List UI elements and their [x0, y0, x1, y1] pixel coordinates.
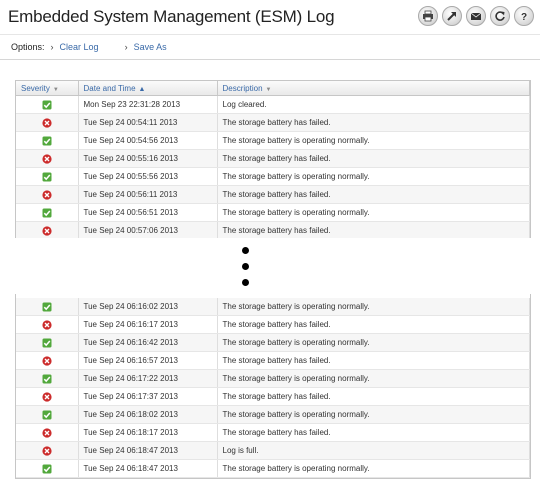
- date-cell: Tue Sep 24 06:18:02 2013: [78, 405, 218, 424]
- status-critical-icon: [42, 319, 52, 330]
- date-cell: Tue Sep 24 00:55:56 2013: [78, 167, 218, 186]
- status-ok-icon: [42, 136, 52, 146]
- ellipsis-dot: [242, 279, 249, 286]
- refresh-icon[interactable]: [490, 6, 510, 26]
- table-row[interactable]: Tue Sep 24 06:18:47 2013 Log is full.: [16, 441, 530, 460]
- description-cell: The storage battery has failed.: [217, 185, 530, 204]
- status-ok-icon: [42, 374, 52, 384]
- description-cell: The storage battery is operating normall…: [217, 459, 530, 478]
- table-row[interactable]: Tue Sep 24 00:57:06 2013 The storage batt…: [16, 221, 530, 240]
- table-row[interactable]: Tue Sep 24 06:17:37 2013 The storage batt…: [16, 387, 530, 406]
- sort-icon: ▼: [265, 86, 272, 93]
- description-cell: The storage battery has failed.: [217, 149, 530, 168]
- svg-text:?: ?: [521, 12, 527, 22]
- date-cell: Tue Sep 24 00:54:56 2013: [78, 131, 218, 150]
- table-row[interactable]: Tue Sep 24 00:56:51 2013 The storage batt…: [16, 203, 530, 222]
- table-row[interactable]: Tue Sep 24 00:56:11 2013 The storage batt…: [16, 185, 530, 204]
- table-row[interactable]: Tue Sep 24 00:54:11 2013 The storage batt…: [16, 113, 530, 132]
- status-ok-icon: [42, 100, 52, 110]
- description-cell: The storage battery has failed.: [217, 351, 530, 370]
- description-cell: The storage battery has failed.: [217, 113, 530, 132]
- column-header-date[interactable]: Date and Time ▲: [78, 81, 218, 96]
- description-cell: The storage battery is operating normall…: [217, 369, 530, 388]
- launch-icon[interactable]: [442, 6, 462, 26]
- omitted-rows-gap: [0, 238, 540, 294]
- status-ok-icon: [42, 302, 52, 312]
- status-critical-icon: [42, 445, 52, 456]
- email-icon[interactable]: [466, 6, 486, 26]
- description-cell: The storage battery is operating normall…: [217, 203, 530, 222]
- chevron-right-icon: ›: [50, 42, 54, 52]
- date-cell: Tue Sep 24 06:18:47 2013: [78, 459, 218, 478]
- date-cell: Tue Sep 24 00:56:11 2013: [78, 185, 218, 204]
- date-cell: Tue Sep 24 06:17:37 2013: [78, 387, 218, 406]
- column-header-description[interactable]: Description ▼: [217, 81, 530, 96]
- description-cell: The storage battery is operating normall…: [217, 167, 530, 186]
- status-ok-icon: [42, 208, 52, 218]
- table-row[interactable]: Tue Sep 24 06:16:42 2013 The storage batt…: [16, 333, 530, 352]
- description-cell: The storage battery has failed.: [217, 387, 530, 406]
- date-cell: Tue Sep 24 06:16:42 2013: [78, 333, 218, 352]
- date-cell: Tue Sep 24 06:16:17 2013: [78, 315, 218, 334]
- description-cell: The storage battery has failed.: [217, 315, 530, 334]
- date-cell: Tue Sep 24 00:54:11 2013: [78, 113, 218, 132]
- options-label: Options:: [11, 42, 45, 52]
- column-header-severity[interactable]: Severity ▼: [16, 81, 79, 96]
- status-ok-icon: [42, 410, 52, 420]
- status-critical-icon: [42, 225, 52, 236]
- ellipsis-dot: [242, 247, 249, 254]
- date-cell: Tue Sep 24 06:17:22 2013: [78, 369, 218, 388]
- status-critical-icon: [42, 189, 52, 200]
- status-ok-icon: [42, 338, 52, 348]
- status-critical-icon: [42, 427, 52, 438]
- status-ok-icon: [42, 172, 52, 182]
- options-bar: Options: › Clear Log › Save As: [0, 34, 540, 60]
- sort-icon: ▼: [52, 86, 59, 93]
- table-row[interactable]: Tue Sep 24 06:16:57 2013 The storage batt…: [16, 351, 530, 370]
- table-row[interactable]: Tue Sep 24 06:18:17 2013 The storage batt…: [16, 423, 530, 442]
- table-row[interactable]: Tue Sep 24 00:54:56 2013 The storage batt…: [16, 131, 530, 150]
- date-cell: Tue Sep 24 06:16:02 2013: [78, 298, 218, 316]
- date-cell: Tue Sep 24 06:16:57 2013: [78, 351, 218, 370]
- description-cell: The storage battery is operating normall…: [217, 333, 530, 352]
- description-cell: The storage battery is operating normall…: [217, 298, 530, 316]
- status-critical-icon: [42, 355, 52, 366]
- date-cell: Tue Sep 24 06:18:47 2013: [78, 441, 218, 460]
- date-cell: Mon Sep 23 22:31:28 2013: [78, 95, 218, 114]
- toolbar: ?: [418, 6, 534, 26]
- help-icon[interactable]: ?: [514, 6, 534, 26]
- table-row[interactable]: Tue Sep 24 00:55:56 2013 The storage batt…: [16, 167, 530, 186]
- sort-ascending-icon: ▲: [138, 85, 146, 93]
- description-cell: The storage battery is operating normall…: [217, 405, 530, 424]
- description-cell: The storage battery has failed.: [217, 221, 530, 240]
- table-row[interactable]: Tue Sep 24 00:55:16 2013 The storage batt…: [16, 149, 530, 168]
- status-critical-icon: [42, 391, 52, 402]
- description-cell: Log cleared.: [217, 95, 530, 114]
- print-icon[interactable]: [418, 6, 438, 26]
- page-title: Embedded System Management (ESM) Log: [8, 7, 335, 26]
- date-cell: Tue Sep 24 06:18:17 2013: [78, 423, 218, 442]
- table-row[interactable]: Tue Sep 24 06:17:22 2013 The storage batt…: [16, 369, 530, 388]
- save-as-link[interactable]: Save As: [134, 42, 167, 52]
- date-cell: Tue Sep 24 00:56:51 2013: [78, 203, 218, 222]
- date-cell: Tue Sep 24 00:57:06 2013: [78, 221, 218, 240]
- date-cell: Tue Sep 24 00:55:16 2013: [78, 149, 218, 168]
- description-cell: The storage battery is operating normall…: [217, 131, 530, 150]
- description-cell: The storage battery has failed.: [217, 423, 530, 442]
- status-ok-icon: [42, 464, 52, 474]
- table-row[interactable]: Tue Sep 24 06:16:17 2013 The storage batt…: [16, 315, 530, 334]
- table-row[interactable]: Tue Sep 24 06:18:02 2013 The storage batt…: [16, 405, 530, 424]
- table-row[interactable]: Mon Sep 23 22:31:28 2013 Log cleared.: [16, 95, 530, 114]
- chevron-right-icon: ›: [124, 42, 128, 52]
- table-row[interactable]: Tue Sep 24 06:16:02 2013 The storage batt…: [16, 298, 530, 316]
- status-critical-icon: [42, 117, 52, 128]
- table-row[interactable]: Tue Sep 24 06:18:47 2013 The storage batt…: [16, 459, 530, 478]
- description-cell: Log is full.: [217, 441, 530, 460]
- clear-log-link[interactable]: Clear Log: [60, 42, 99, 52]
- ellipsis-dot: [242, 263, 249, 270]
- status-critical-icon: [42, 153, 52, 164]
